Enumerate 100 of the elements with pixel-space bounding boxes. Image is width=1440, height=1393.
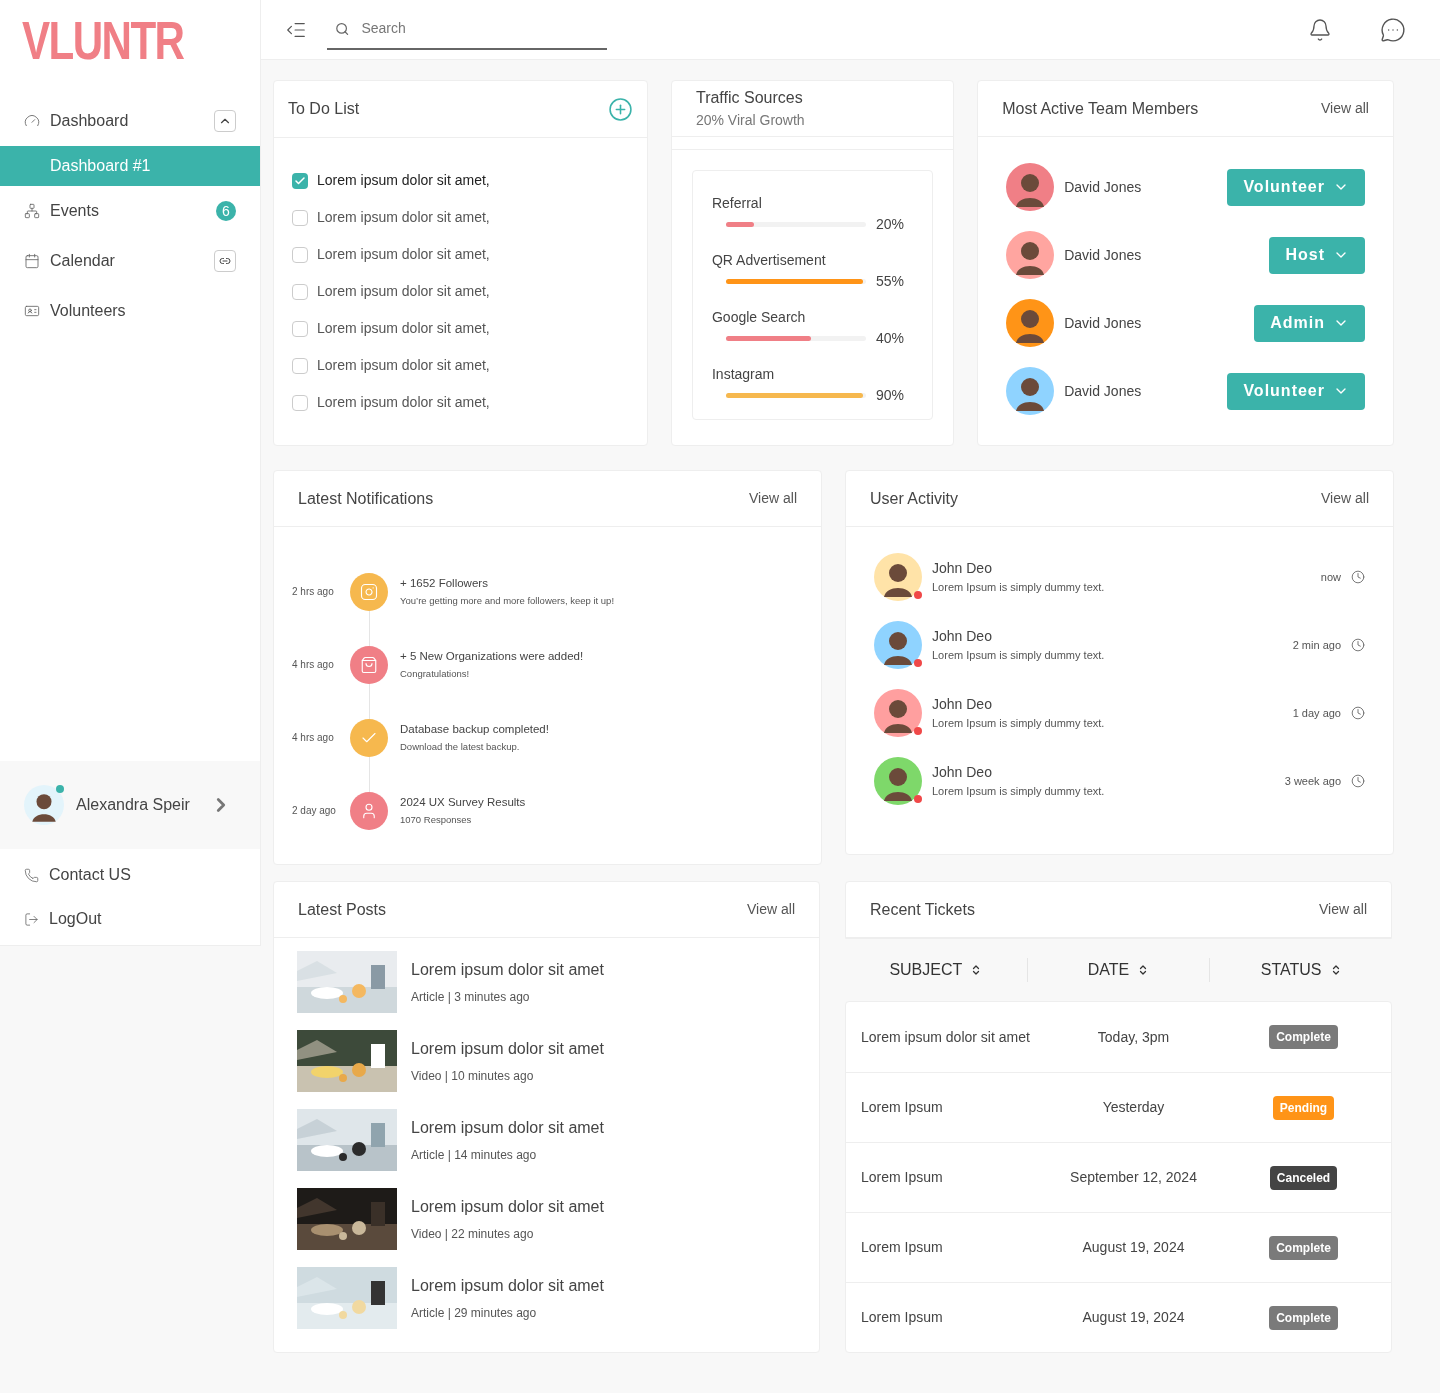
card-title: User Activity [870, 488, 958, 509]
nav-item[interactable]: Dashboard [0, 96, 260, 146]
check-icon [294, 174, 306, 187]
nav-item[interactable]: Calendar [0, 236, 260, 286]
post-title[interactable]: Lorem ipsum dolor sit amet [411, 1037, 604, 1061]
todo-item[interactable]: Lorem ipsum dolor sit amet, [292, 347, 629, 384]
member-name: David Jones [1064, 177, 1143, 197]
source-name: QR Advertisement [711, 251, 827, 270]
table-cell-text: Today, 3pm [1096, 1027, 1171, 1047]
logout-icon [24, 911, 39, 927]
table-cell-text: Lorem Ipsum [860, 1238, 944, 1257]
bell-icon[interactable] [1308, 17, 1332, 42]
todo-item[interactable]: Lorem ipsum dolor sit amet, [292, 236, 629, 273]
nav-item[interactable]: Events 6 [0, 186, 260, 236]
status-badge: Complete [1269, 1305, 1338, 1330]
clock-icon [1351, 638, 1365, 652]
table-cell-text: August 19, 2024 [1081, 1308, 1186, 1327]
checkbox[interactable] [292, 172, 308, 189]
source-name: Instagram [711, 365, 776, 384]
source-name: Referral [711, 194, 763, 213]
view-all-link[interactable]: View all [1321, 488, 1369, 509]
count-badge: 6 [216, 201, 236, 221]
user-name: John Deo [932, 763, 993, 783]
status-badge: Pending [1272, 1095, 1335, 1120]
clock-icon [1351, 774, 1365, 788]
checkbox[interactable] [292, 246, 308, 263]
notification-title: + 1652 Followers [400, 575, 489, 591]
percent-value: 20% [875, 215, 904, 234]
column-header[interactable]: DATE [1087, 958, 1150, 982]
post-title[interactable]: Lorem ipsum dolor sit amet [411, 1195, 604, 1219]
add-icon[interactable] [607, 96, 633, 122]
checkbox[interactable] [292, 320, 308, 337]
time-label: 1 day ago [1292, 705, 1341, 721]
card-title: Recent Tickets [870, 899, 975, 920]
logo: VLUNTR [22, 12, 184, 68]
todo-item[interactable]: Lorem ipsum dolor sit amet, [292, 162, 629, 199]
collapse-button[interactable] [214, 110, 236, 132]
post-meta: Article | 3 minutes ago [411, 989, 531, 1006]
time-label: 4 hrs ago [292, 731, 335, 745]
checkbox[interactable] [292, 209, 308, 226]
nav-item[interactable]: Contact US [0, 853, 260, 897]
checkbox[interactable] [292, 283, 308, 300]
view-all-link[interactable]: View all [747, 899, 795, 920]
percent-value: 55% [875, 272, 904, 291]
search-input[interactable]: Search [361, 18, 599, 39]
card-title: Traffic Sources [695, 88, 804, 108]
post-meta: Article | 29 minutes ago [411, 1305, 538, 1322]
time-label: 4 hrs ago [292, 658, 335, 672]
column-header[interactable]: STATUS [1260, 958, 1342, 982]
post-title[interactable]: Lorem ipsum dolor sit amet [411, 958, 604, 982]
table-cell-text: Lorem Ipsum [860, 1308, 944, 1327]
activity-text: Lorem Ipsum is simply dummy text. [932, 716, 1106, 732]
user-name: John Deo [932, 627, 993, 647]
time-label: 2 min ago [1292, 637, 1341, 653]
column-header[interactable]: SUBJECT [889, 958, 983, 982]
card-title: Latest Posts [298, 899, 387, 920]
time-label: now [1320, 569, 1341, 585]
member-name: David Jones [1064, 313, 1143, 333]
time-label: 3 week ago [1284, 773, 1341, 789]
activity-text: Lorem Ipsum is simply dummy text. [932, 648, 1106, 664]
post-title[interactable]: Lorem ipsum dolor sit amet [411, 1274, 604, 1298]
chat-icon[interactable] [1380, 16, 1406, 43]
activity-text: Lorem Ipsum is simply dummy text. [932, 580, 1106, 596]
status-badge: Complete [1269, 1025, 1338, 1049]
gauge-icon [24, 113, 40, 129]
todo-item[interactable]: Lorem ipsum dolor sit amet, [292, 310, 629, 347]
table-cell-text: Yesterday [1101, 1098, 1166, 1117]
view-all-link[interactable]: View all [749, 488, 797, 509]
post-meta: Article | 14 minutes ago [411, 1147, 538, 1164]
link-icon [219, 255, 231, 267]
checkbox[interactable] [292, 394, 308, 411]
status-badge: Canceled [1269, 1165, 1338, 1190]
post-title[interactable]: Lorem ipsum dolor sit amet [411, 1116, 604, 1140]
view-all-link[interactable]: View all [1319, 899, 1367, 920]
table-cell-text: Lorem Ipsum [860, 1168, 944, 1187]
card-title: Latest Notifications [298, 488, 434, 509]
todo-item[interactable]: Lorem ipsum dolor sit amet, [292, 273, 629, 310]
nav-item[interactable]: Volunteers [0, 286, 260, 336]
notification-text: 1070 Responses [400, 813, 473, 827]
percent-value: 40% [875, 329, 904, 348]
checkbox[interactable] [292, 357, 308, 374]
time-label: 2 hrs ago [292, 585, 335, 599]
todo-item[interactable]: Lorem ipsum dolor sit amet, [292, 384, 629, 421]
search-field[interactable]: Search [327, 9, 607, 50]
nav-item[interactable]: LogOut [0, 897, 260, 941]
view-all-link[interactable]: View all [1321, 98, 1369, 119]
user-name: John Deo [932, 695, 993, 715]
link-button[interactable] [214, 250, 236, 272]
notification-title: 2024 UX Survey Results [400, 794, 526, 810]
notification-text: Download the latest backup. [400, 740, 521, 754]
clock-icon [1351, 706, 1365, 720]
table-cell-text: August 19, 2024 [1081, 1238, 1186, 1257]
user-panel[interactable]: Alexandra Speir [0, 761, 260, 849]
table-cell-text: Lorem Ipsum [860, 1098, 944, 1117]
member-name: David Jones [1064, 381, 1143, 401]
member-name: David Jones [1064, 245, 1143, 265]
status-badge: Complete [1269, 1235, 1338, 1260]
calendar-icon [24, 253, 40, 269]
source-name: Google Search [711, 308, 807, 327]
todo-item[interactable]: Lorem ipsum dolor sit amet, [292, 199, 629, 236]
